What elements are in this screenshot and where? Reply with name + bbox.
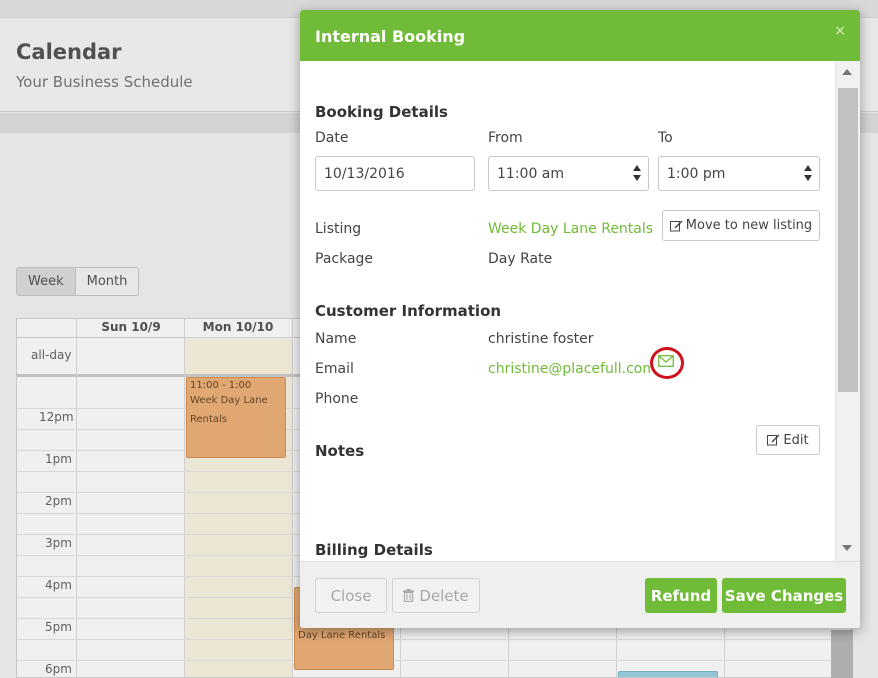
save-changes-button[interactable]: Save Changes bbox=[722, 578, 846, 613]
booking-details-heading: Booking Details bbox=[315, 103, 448, 121]
select-arrows-icon bbox=[804, 165, 812, 183]
move-to-new-listing-button[interactable]: Move to new listing bbox=[662, 210, 820, 241]
package-value: Day Rate bbox=[488, 251, 553, 267]
internal-booking-modal: Internal Booking × Booking Details Date … bbox=[300, 10, 860, 628]
to-value: 1:00 pm bbox=[667, 166, 726, 182]
scroll-down-icon[interactable] bbox=[842, 545, 852, 551]
edit-icon bbox=[767, 434, 780, 446]
modal-header: Internal Booking × bbox=[300, 10, 860, 61]
delete-button[interactable]: Delete bbox=[392, 578, 480, 613]
customer-info-heading: Customer Information bbox=[315, 302, 502, 320]
name-label: Name bbox=[315, 331, 357, 347]
move-button-label: Move to new listing bbox=[685, 218, 813, 233]
modal-body: Booking Details Date From To 10/13/2016 … bbox=[300, 61, 835, 561]
phone-label: Phone bbox=[315, 391, 359, 407]
save-button-label: Save Changes bbox=[724, 586, 844, 605]
from-time-select[interactable]: 11:00 am bbox=[488, 156, 649, 191]
date-label: Date bbox=[315, 130, 349, 146]
billing-details-heading: Billing Details bbox=[315, 541, 433, 559]
close-button-label: Close bbox=[330, 586, 372, 605]
refund-button-label: Refund bbox=[650, 586, 712, 605]
edit-icon bbox=[669, 220, 683, 231]
close-icon[interactable]: × bbox=[834, 23, 846, 39]
listing-label: Listing bbox=[315, 221, 362, 237]
delete-button-label: Delete bbox=[419, 586, 469, 605]
from-label: From bbox=[488, 130, 523, 146]
email-link[interactable]: christine@placefull.com bbox=[488, 361, 650, 377]
modal-footer: Close Delete Refund Save Changes bbox=[300, 561, 860, 628]
from-value: 11:00 am bbox=[497, 166, 565, 182]
scroll-up-icon[interactable] bbox=[842, 69, 852, 75]
email-label: Email bbox=[315, 361, 354, 377]
date-value: 10/13/2016 bbox=[324, 166, 405, 182]
package-label: Package bbox=[315, 251, 374, 267]
name-value: christine foster bbox=[488, 331, 594, 347]
edit-button-label: Edit bbox=[783, 432, 809, 448]
scroll-thumb[interactable] bbox=[838, 88, 858, 392]
envelope-icon[interactable] bbox=[658, 355, 674, 367]
modal-title: Internal Booking bbox=[315, 27, 466, 46]
listing-link[interactable]: Week Day Lane Rentals bbox=[488, 221, 653, 237]
close-button[interactable]: Close bbox=[315, 578, 387, 613]
notes-edit-button[interactable]: Edit bbox=[756, 425, 820, 455]
refund-button[interactable]: Refund bbox=[645, 578, 717, 613]
select-arrows-icon bbox=[633, 165, 641, 183]
notes-heading: Notes bbox=[315, 442, 365, 460]
date-input[interactable]: 10/13/2016 bbox=[315, 156, 475, 191]
trash-icon bbox=[403, 589, 415, 602]
to-time-select[interactable]: 1:00 pm bbox=[658, 156, 820, 191]
to-label: To bbox=[658, 130, 673, 146]
modal-scrollbar[interactable] bbox=[835, 61, 860, 561]
